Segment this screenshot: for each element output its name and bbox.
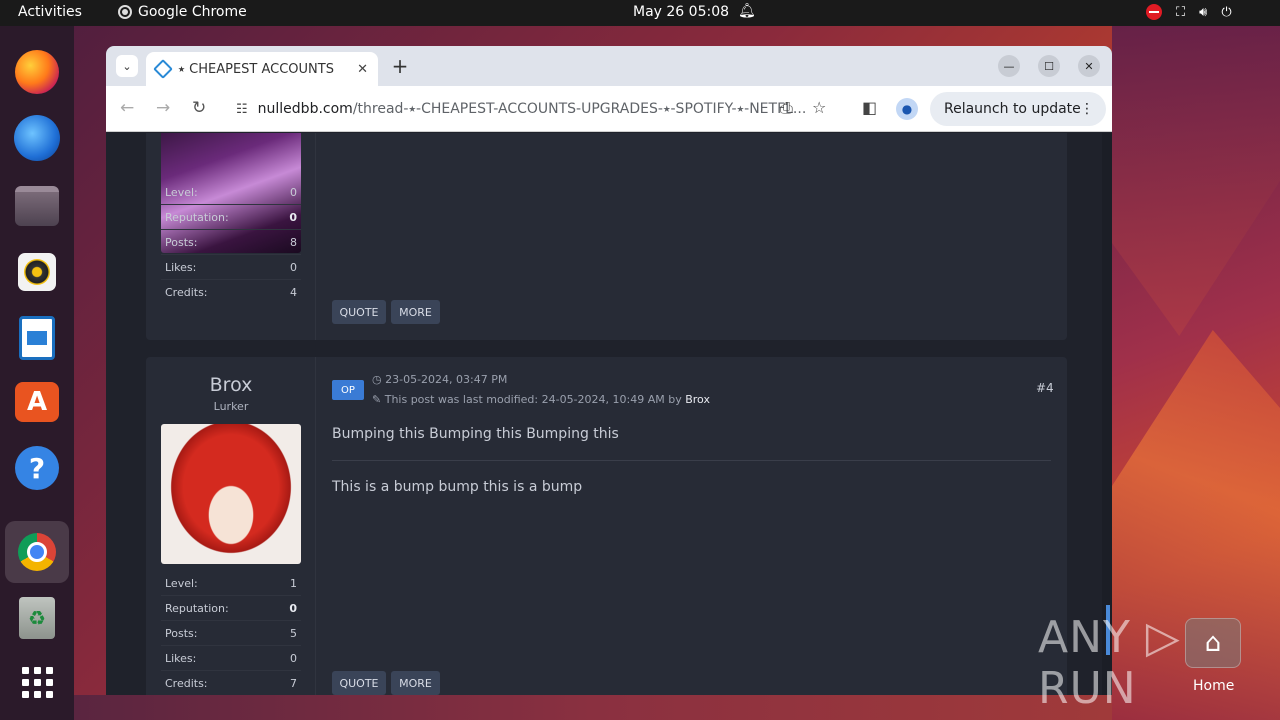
post-modified: ✎ This post was last modified: 24-05-202… [372, 393, 710, 406]
dock-libreoffice[interactable] [13, 314, 61, 362]
stat-level: Level: 0 [161, 180, 301, 205]
install-app-icon[interactable]: ⎙ [780, 98, 793, 118]
url-text: nulledbb.com/thread-⭑-CHEAPEST-ACCOUNTS-… [257, 101, 807, 117]
pencil-icon: ✎ [372, 393, 382, 406]
forward-button[interactable]: → [156, 98, 170, 118]
libreoffice-writer-icon [19, 316, 55, 360]
wallpaper-strip [74, 695, 1112, 720]
app-menu[interactable]: Google Chrome [118, 4, 247, 20]
app-center-icon: A [15, 382, 59, 422]
stat-posts: Posts: 5 [161, 621, 301, 646]
post-author-sidebar: Level: 0 Reputation: 0 Posts: 8 Likes: 0 Cre… [146, 133, 316, 340]
stat-likes: Likes: 0 [161, 255, 301, 280]
chevron-down-icon: ⌄ [122, 59, 132, 73]
forum-post: Brox Lurker Level: 1 Reputation: 0 Posts: 5… [146, 357, 1067, 695]
quote-button[interactable]: QUOTE [332, 671, 386, 695]
browser-window: ⌄ ⭑ CHEAPEST ACCOUNTS ✕ + — ☐ ✕ ← → ↻ ☷ … [106, 46, 1112, 695]
rhythmbox-icon [18, 253, 56, 291]
help-icon: ? [15, 446, 59, 490]
dock-help[interactable]: ? [13, 444, 61, 492]
dock-files[interactable] [13, 182, 61, 230]
dock-show-apps[interactable] [13, 658, 61, 706]
user-rank: Lurker [213, 400, 249, 413]
minimize-button[interactable]: — [998, 55, 1020, 77]
trash-icon: ♻ [19, 597, 55, 639]
side-panel-icon[interactable]: ◧ [862, 98, 877, 117]
stat-reputation[interactable]: Reputation: 0 [161, 205, 301, 230]
profile-avatar[interactable]: ● [896, 98, 918, 120]
post-signature: This is a bump bump this is a bump [332, 479, 583, 495]
stat-credits: Credits: 4 [165, 286, 297, 299]
clock[interactable]: May 26 05:08 [633, 4, 729, 20]
username[interactable]: Brox [146, 374, 316, 396]
op-badge: OP [332, 380, 364, 400]
volume-icon: 🔊︎ [1199, 4, 1208, 20]
chrome-icon [18, 533, 56, 571]
post-divider [332, 460, 1051, 461]
tab-active[interactable]: ⭑ CHEAPEST ACCOUNTS ✕ [146, 52, 378, 86]
bookmark-star-icon[interactable]: ☆ [812, 98, 826, 117]
firefox-icon [15, 50, 59, 94]
relaunch-label: Relaunch to update [944, 101, 1081, 117]
user-stats: Level: 0 Reputation: 0 Posts: 8 Likes: 0 Cre… [161, 180, 301, 305]
close-window-button[interactable]: ✕ [1078, 55, 1100, 77]
new-tab-button[interactable]: + [388, 54, 412, 78]
dock: A ? ♻ [0, 26, 74, 720]
dock-rhythmbox[interactable] [13, 248, 61, 296]
post-text: Bumping this Bumping this Bumping this [332, 426, 619, 442]
back-button[interactable]: ← [120, 98, 134, 118]
relaunch-button[interactable]: Relaunch to update ⋮ [930, 92, 1106, 126]
tab-title: ⭑ CHEAPEST ACCOUNTS [178, 61, 334, 77]
system-top-bar: Activities Google Chrome May 26 05:08 🔔︎… [0, 0, 1280, 26]
person-icon: ● [901, 102, 913, 116]
dock-chrome[interactable] [5, 521, 69, 583]
quote-button[interactable]: QUOTE [332, 300, 386, 324]
app-name: Google Chrome [138, 4, 247, 20]
page-content: Level: 0 Reputation: 0 Posts: 8 Likes: 0 Cre… [106, 133, 1112, 695]
forum-post: Level: 0 Reputation: 0 Posts: 8 Likes: 0 Cre… [146, 133, 1067, 340]
close-tab-icon[interactable]: ✕ [357, 62, 368, 77]
clock-icon: ◷ [372, 373, 382, 386]
dock-app-center[interactable]: A [13, 378, 61, 426]
tab-search-button[interactable]: ⌄ [116, 55, 138, 77]
thunderbird-icon [14, 115, 60, 161]
apps-grid-icon [21, 666, 53, 698]
stat-reputation[interactable]: Reputation: 0 [161, 596, 301, 621]
maximize-button[interactable]: ☐ [1038, 55, 1060, 77]
site-favicon-icon [153, 59, 173, 79]
address-bar[interactable]: ☷ nulledbb.com/thread-⭑-CHEAPEST-ACCOUNT… [224, 93, 908, 125]
more-menu-icon[interactable]: ⋮ [1080, 101, 1094, 117]
more-button[interactable]: MORE [391, 300, 440, 324]
tab-strip: ⌄ ⭑ CHEAPEST ACCOUNTS ✕ + — ☐ ✕ [106, 46, 1112, 86]
stat-level: Level: 1 [161, 571, 301, 596]
do-not-disturb-icon [1146, 4, 1162, 20]
dock-thunderbird[interactable] [13, 114, 61, 162]
power-icon: ⏻ [1221, 4, 1232, 20]
stat-credits: Credits: 7 [165, 677, 297, 690]
stat-posts: Posts: 8 [161, 230, 301, 255]
home-folder-icon[interactable]: ⌂ [1185, 618, 1241, 668]
system-tray[interactable]: ⛶ 🔊︎ ⏻ [1146, 4, 1232, 20]
site-settings-icon[interactable]: ☷ [236, 102, 248, 117]
post-author-sidebar: Brox Lurker Level: 1 Reputation: 0 Posts: 5… [146, 357, 316, 695]
post-number-link[interactable]: #4 [1036, 381, 1054, 395]
bell-icon: 🔔︎ [738, 3, 756, 19]
network-icon: ⛶ [1176, 4, 1186, 20]
more-button[interactable]: MORE [391, 671, 440, 695]
user-avatar[interactable] [161, 424, 301, 564]
browser-toolbar: ← → ↻ ☷ nulledbb.com/thread-⭑-CHEAPEST-A… [106, 86, 1112, 132]
reload-button[interactable]: ↻ [192, 98, 206, 118]
anyrun-watermark: ANY ▷ RUN [1038, 612, 1181, 714]
user-stats: Level: 1 Reputation: 0 Posts: 5 Likes: 0 Cre… [161, 571, 301, 695]
files-icon [15, 186, 59, 226]
activities-button[interactable]: Activities [18, 4, 82, 20]
chrome-icon [118, 5, 132, 19]
stat-likes: Likes: 0 [161, 646, 301, 671]
dock-firefox[interactable] [13, 48, 61, 96]
home-folder-label: Home [1193, 678, 1235, 694]
modified-by-link[interactable]: Brox [685, 393, 710, 406]
dock-trash[interactable]: ♻ [13, 594, 61, 642]
post-date: ◷ 23-05-2024, 03:47 PM [372, 373, 508, 386]
